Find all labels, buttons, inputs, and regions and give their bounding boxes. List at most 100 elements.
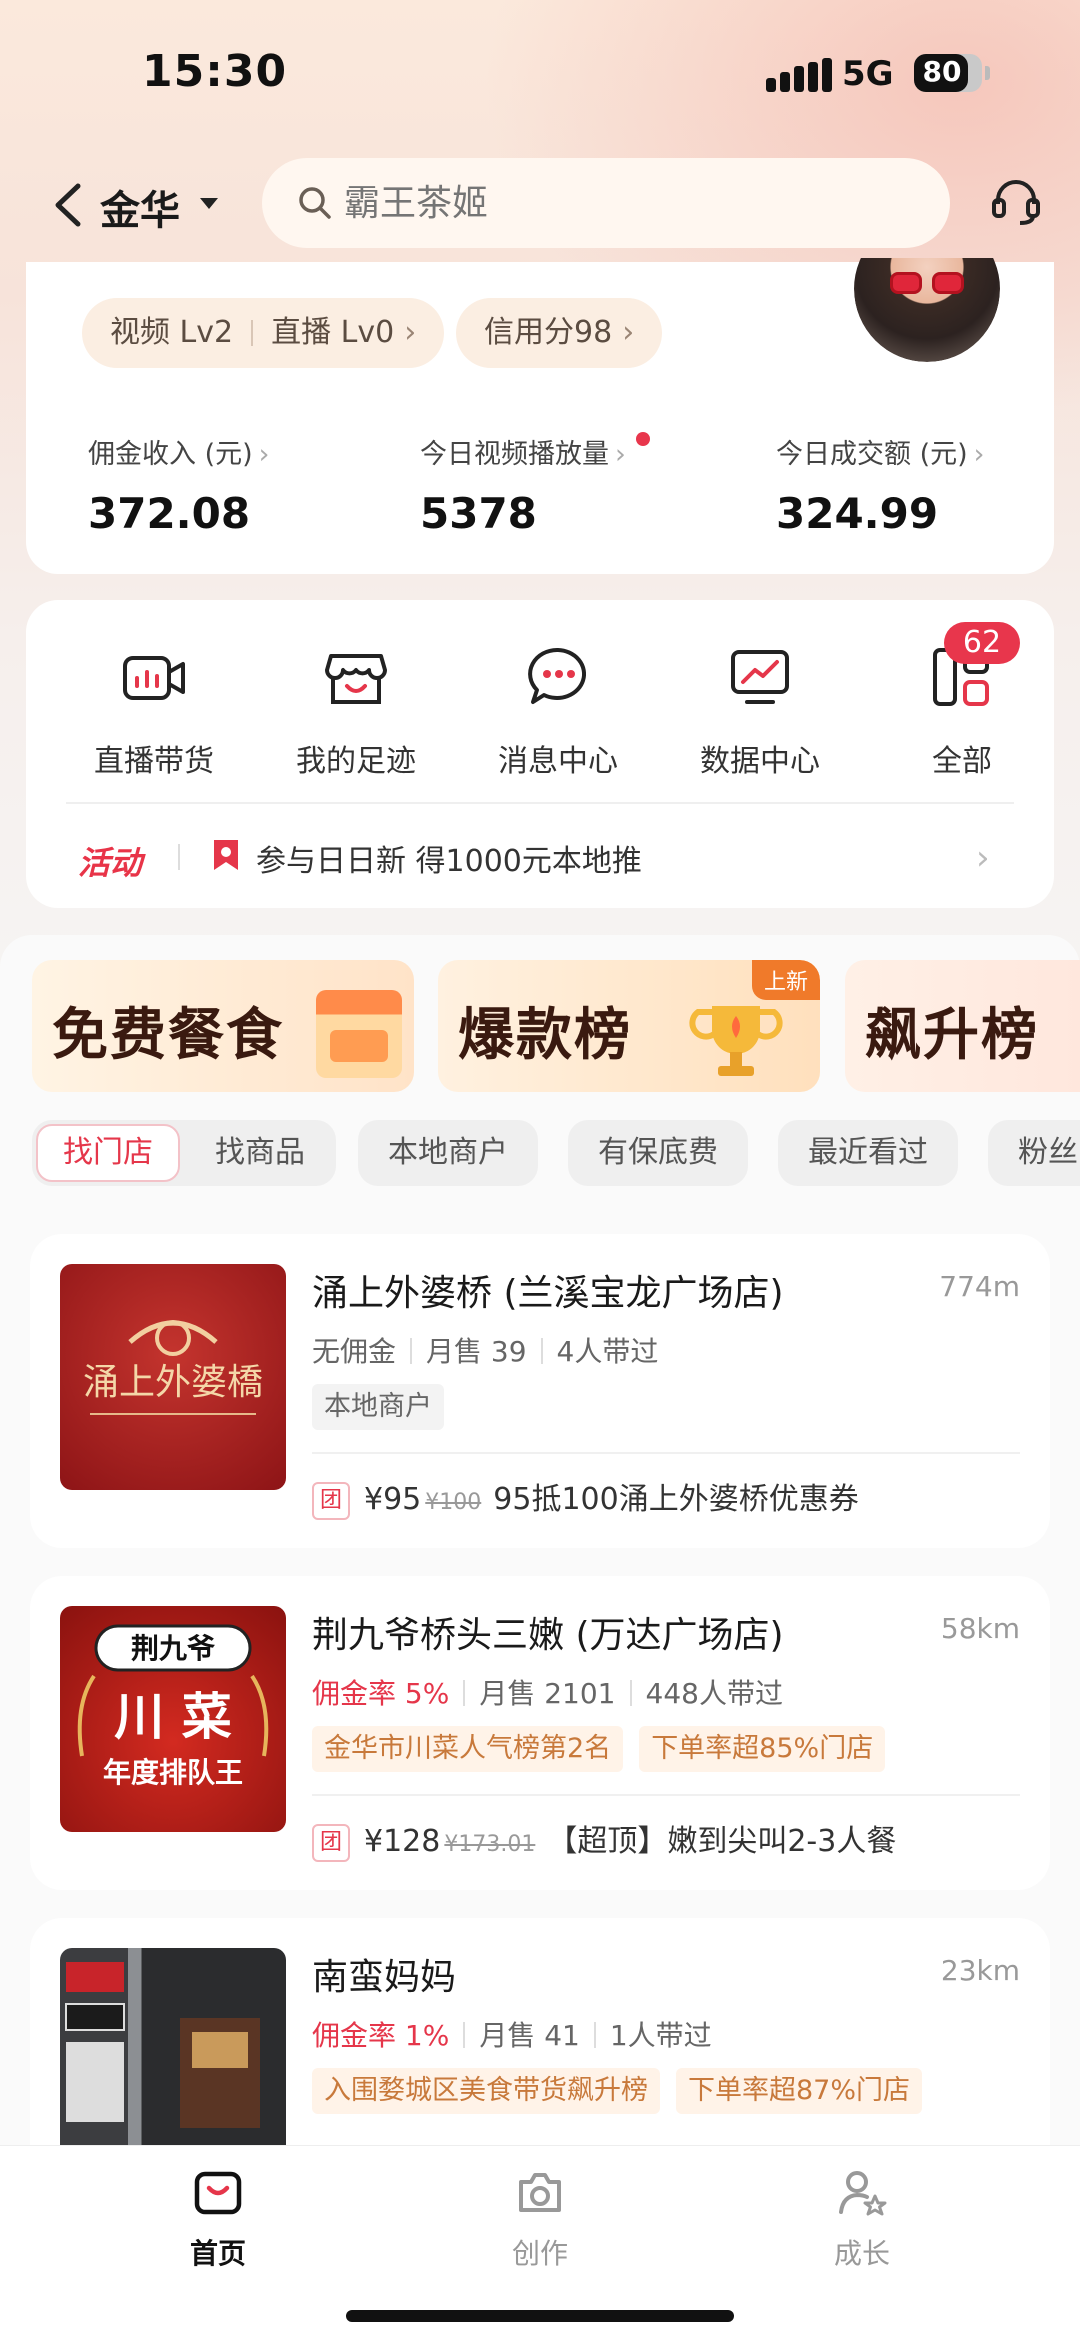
promoter-count: 1人带过 — [609, 2019, 712, 2052]
tool-footprint[interactable]: 我的足迹 — [268, 642, 444, 780]
stat-video-views[interactable]: 今日视频播放量 › 5378 — [420, 432, 626, 538]
tab-find-store[interactable]: 找门店 — [36, 1124, 180, 1182]
nav-label: 创作 — [511, 2237, 568, 2270]
activity-banner-text[interactable]: 参与日日新 得1000元本地推 — [256, 836, 642, 880]
home-indicator[interactable] — [346, 2310, 734, 2322]
shop-tags: 本地商户 — [312, 1384, 460, 1430]
commission: 无佣金 — [312, 1335, 397, 1368]
chat-bubble-icon — [528, 647, 587, 704]
chevron-right-icon: › — [973, 439, 985, 470]
chevron-right-icon: › — [615, 439, 626, 470]
deal-price: ¥95 — [364, 1482, 422, 1517]
tab-find-product[interactable]: 找商品 — [188, 1124, 332, 1182]
nav-label: 首页 — [189, 2237, 246, 2270]
tool-messages[interactable]: 消息中心 — [470, 642, 646, 780]
camera-icon — [519, 2173, 561, 2212]
divider — [312, 1794, 1020, 1796]
deal-description: 【超顶】嫩到尖叫2-3人餐 — [547, 1824, 897, 1859]
stat-label: 今日视频播放量 — [420, 439, 609, 470]
deal-row[interactable]: 团 ¥128 ¥173.01 【超顶】嫩到尖叫2-3人餐 — [312, 1816, 896, 1862]
new-badge: 上新 — [751, 960, 820, 1000]
deal-price: ¥128 — [364, 1824, 441, 1859]
monthly-sales: 月售 39 — [426, 1335, 527, 1368]
list-item[interactable]: 南蛮妈妈 23km 佣金率 1% 月售 41 1人带过 入围婺城区美食带货飙升榜 下单… — [30, 1918, 1050, 2178]
shop-image-headline: 川 菜 — [114, 1687, 231, 1746]
level-pill[interactable]: 视频 Lv2 直播 Lv0 › — [82, 298, 445, 368]
stat-commission[interactable]: 佣金收入 (元) › 372.08 — [88, 432, 269, 538]
status-bar: 15:30 5G 80 — [0, 0, 1080, 140]
banner-rising-list[interactable]: 飙升榜 — [845, 960, 1080, 1092]
deal-original-price: ¥173.01 — [444, 1832, 536, 1857]
chart-monitor-icon — [731, 650, 789, 704]
tag-badge: 入围婺城区美食带货飙升榜 — [312, 2068, 660, 2114]
shop-meta: 无佣金 月售 39 4人带过 — [312, 1330, 658, 1370]
stat-value: 324.99 — [776, 489, 939, 538]
search-input[interactable] — [344, 174, 904, 232]
stat-label: 今日成交额 (元) — [776, 439, 968, 470]
nav-growth[interactable]: 成长 — [762, 2166, 962, 2272]
signal-icon — [766, 58, 832, 92]
tools-card: 直播带货 我的足迹 消息中心 数据中心 全部 62 活动 参与日日新 得1000… — [26, 600, 1054, 908]
filter-guaranteed-fee[interactable]: 有保底费 — [568, 1120, 748, 1186]
shop-logo-text: 荆九爷 — [131, 1632, 216, 1665]
nav-create[interactable]: 创作 — [440, 2166, 640, 2272]
deal-description: 95抵100涌上外婆桥优惠券 — [493, 1482, 859, 1517]
notification-dot — [636, 432, 650, 446]
shop-tags: 入围婺城区美食带货飙升榜 下单率超87%门店 — [312, 2068, 938, 2114]
user-star-icon — [839, 2171, 887, 2216]
shop-name: 荆九爷桥头三嫩 (万达广场店) — [312, 1615, 784, 1656]
banner-label: 爆款榜 — [458, 1003, 632, 1068]
chevron-right-icon: › — [622, 315, 635, 350]
back-arrow-icon[interactable] — [48, 180, 88, 230]
divider — [66, 802, 1014, 804]
shop-thumbnail — [60, 1948, 286, 2174]
shop-thumbnail: 涌上外婆橋 — [60, 1264, 286, 1490]
shop-distance: 58km — [940, 1612, 1020, 1645]
divider — [178, 844, 180, 870]
live-camera-icon — [123, 656, 185, 700]
tool-data-center[interactable]: 数据中心 — [672, 642, 848, 780]
filter-fans[interactable]: 粉丝 — [988, 1120, 1080, 1186]
tool-live-selling[interactable]: 直播带货 — [66, 642, 242, 780]
deal-row[interactable]: 团 ¥95 ¥100 95抵100涌上外婆桥优惠券 — [312, 1474, 859, 1520]
list-item[interactable]: 荆九爷 川 菜 年度排队王 荆九爷桥头三嫩 (万达广场店) 58km 佣金率 5… — [30, 1576, 1050, 1890]
stat-gmv[interactable]: 今日成交额 (元) › 324.99 — [776, 432, 984, 538]
shop-image-subtitle: 年度排队王 — [103, 1756, 243, 1789]
credit-score-pill[interactable]: 信用分98 › — [456, 298, 663, 368]
notification-badge: 62 — [944, 622, 1020, 664]
search-icon — [299, 187, 331, 219]
storefront-icon — [316, 990, 402, 1078]
bookmark-flag-icon — [214, 840, 238, 870]
monthly-sales: 月售 2101 — [479, 1677, 616, 1710]
nav-label: 成长 — [833, 2237, 890, 2270]
promoter-count: 4人带过 — [556, 1335, 659, 1368]
live-level: 直播 Lv0 — [271, 315, 395, 350]
battery-level: 80 — [922, 55, 962, 88]
commission: 佣金率 5% — [312, 1677, 450, 1710]
banner-hot-list[interactable]: 爆款榜 上新 — [438, 960, 820, 1092]
customer-service-icon[interactable] — [990, 176, 1042, 228]
chevron-right-icon: › — [258, 439, 270, 470]
tool-label: 消息中心 — [498, 744, 618, 779]
activity-tag: 活动 — [78, 844, 143, 882]
banner-free-meal[interactable]: 免费餐食 — [32, 960, 414, 1092]
stat-value: 5378 — [420, 489, 537, 538]
tool-label: 数据中心 — [700, 744, 820, 779]
tag-badge: 本地商户 — [312, 1384, 444, 1430]
filter-local-merchant[interactable]: 本地商户 — [358, 1120, 538, 1186]
city-selector[interactable]: 金华 — [100, 178, 180, 236]
list-item[interactable]: 涌上外婆橋 涌上外婆桥 (兰溪宝龙广场店) 774m 无佣金 月售 39 4人带过 … — [30, 1234, 1050, 1548]
shop-name: 南蛮妈妈 — [312, 1957, 457, 1998]
chevron-down-icon[interactable] — [200, 198, 218, 209]
commission: 佣金率 1% — [312, 2019, 450, 2052]
chevron-right-icon: › — [404, 315, 417, 350]
video-level: 视频 Lv2 — [110, 315, 234, 350]
nav-home[interactable]: 首页 — [118, 2166, 318, 2272]
chevron-right-icon[interactable]: › — [976, 838, 990, 878]
mode-segment[interactable]: 找门店 找商品 — [32, 1120, 336, 1186]
search-bar[interactable] — [262, 158, 950, 248]
promoter-count: 448人带过 — [645, 1677, 783, 1710]
status-time: 15:30 — [142, 46, 288, 97]
filter-recently-viewed[interactable]: 最近看过 — [778, 1120, 958, 1186]
shop-thumbnail: 荆九爷 川 菜 年度排队王 — [60, 1606, 286, 1832]
